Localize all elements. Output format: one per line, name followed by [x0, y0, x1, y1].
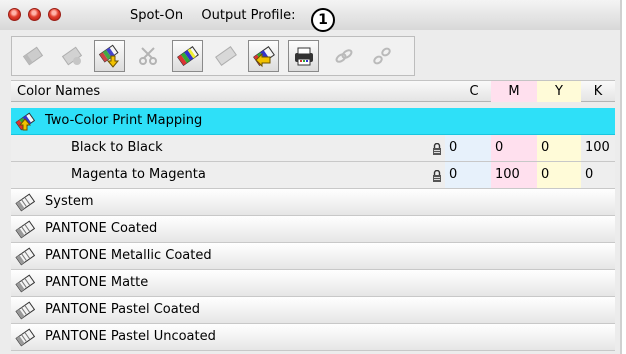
toolbar-button-print-swatch[interactable]	[288, 40, 319, 72]
value-y[interactable]: 0	[537, 162, 581, 188]
callout-marker: 1	[311, 8, 335, 32]
app-title: Spot-On	[130, 8, 184, 23]
close-window-button[interactable]	[8, 8, 21, 21]
toolbar	[11, 36, 415, 76]
value-m[interactable]: 0	[491, 135, 537, 161]
window-title: Spot-On Output Profile:	[130, 8, 295, 23]
row-label: Magenta to Magenta	[71, 167, 206, 182]
row-label: PANTONE Pastel Coated	[45, 302, 201, 317]
header-color-names[interactable]: Color Names	[17, 81, 100, 102]
zoom-window-button[interactable]	[48, 8, 61, 21]
toolbar-button-color-book-2[interactable]	[172, 40, 203, 72]
toolbar-button-color-book[interactable]	[17, 40, 48, 72]
two-color-mapping-icon	[15, 112, 35, 131]
value-k[interactable]: 100	[581, 135, 615, 161]
toolbar-button-new-group[interactable]	[56, 40, 87, 72]
color-book-icon	[22, 46, 43, 66]
row-label: Two-Color Print Mapping	[45, 113, 203, 128]
row-label: PANTONE Pastel Uncoated	[45, 329, 216, 344]
table-row-pantone-pastel-uncoated[interactable]: PANTONE Pastel Uncoated	[11, 324, 615, 351]
color-book-icon	[15, 301, 35, 320]
title-bar[interactable]: Spot-On Output Profile: 1	[0, 0, 620, 32]
header-k[interactable]: K	[581, 81, 615, 102]
toolbar-button-import[interactable]	[94, 40, 125, 72]
row-label: System	[45, 194, 94, 209]
row-label: PANTONE Coated	[45, 221, 158, 236]
table-row-pantone-metallic-coated[interactable]: PANTONE Metallic Coated	[11, 243, 615, 270]
value-m[interactable]: 100	[491, 162, 537, 188]
value-k[interactable]: 0	[581, 162, 615, 188]
import-colors-icon	[98, 44, 119, 68]
color-book-icon	[15, 220, 35, 239]
header-y[interactable]: Y	[537, 81, 581, 102]
value-c[interactable]: 0	[445, 162, 491, 188]
output-profile-label: Output Profile:	[201, 8, 296, 23]
table-row-pantone-coated[interactable]: PANTONE Coated	[11, 216, 615, 243]
toolbar-button-color-book-3[interactable]	[210, 40, 241, 72]
toolbar-button-cut[interactable]	[132, 40, 163, 72]
color-book-icon	[15, 274, 35, 293]
export-colors-icon	[252, 46, 275, 68]
row-label: Black to Black	[71, 140, 163, 155]
unlink-icon	[372, 47, 391, 65]
lock-icon	[433, 143, 441, 155]
color-book-icon	[15, 247, 35, 266]
lock-icon	[433, 170, 441, 182]
table-row-magenta-to-magenta[interactable]: Magenta to Magenta 0 100 0 0	[11, 162, 615, 189]
table-row-pantone-matte[interactable]: PANTONE Matte	[11, 270, 615, 297]
link-icon	[335, 49, 352, 63]
table-row-two-color-print-mapping[interactable]: Two-Color Print Mapping	[11, 108, 615, 135]
color-book-icon	[15, 328, 35, 347]
table-row-black-to-black[interactable]: Black to Black 0 0 0 100	[11, 135, 615, 162]
color-book-icon	[214, 46, 237, 66]
table-row-system[interactable]: System	[11, 189, 615, 216]
new-group-icon	[61, 46, 82, 66]
table-header: Color Names C M Y K	[11, 80, 615, 102]
toolbar-button-export[interactable]	[248, 40, 279, 72]
row-label: PANTONE Metallic Coated	[45, 248, 212, 263]
print-swatch-icon	[294, 47, 313, 66]
table-row-pantone-pastel-coated[interactable]: PANTONE Pastel Coated	[11, 297, 615, 324]
header-m[interactable]: M	[491, 81, 537, 102]
minimize-window-button[interactable]	[28, 8, 41, 21]
color-book-icon	[15, 193, 35, 212]
color-book-icon	[176, 46, 199, 66]
row-label: PANTONE Matte	[45, 275, 149, 290]
page: Spot-On Output Profile: 1 Color Names C …	[0, 0, 626, 354]
toolbar-button-unlink[interactable]	[366, 40, 397, 72]
spot-on-window: Spot-On Output Profile: 1 Color Names C …	[0, 0, 622, 354]
toolbar-button-link[interactable]	[328, 40, 359, 72]
value-y[interactable]: 0	[537, 135, 581, 161]
cut-icon	[138, 47, 157, 65]
value-c[interactable]: 0	[445, 135, 491, 161]
